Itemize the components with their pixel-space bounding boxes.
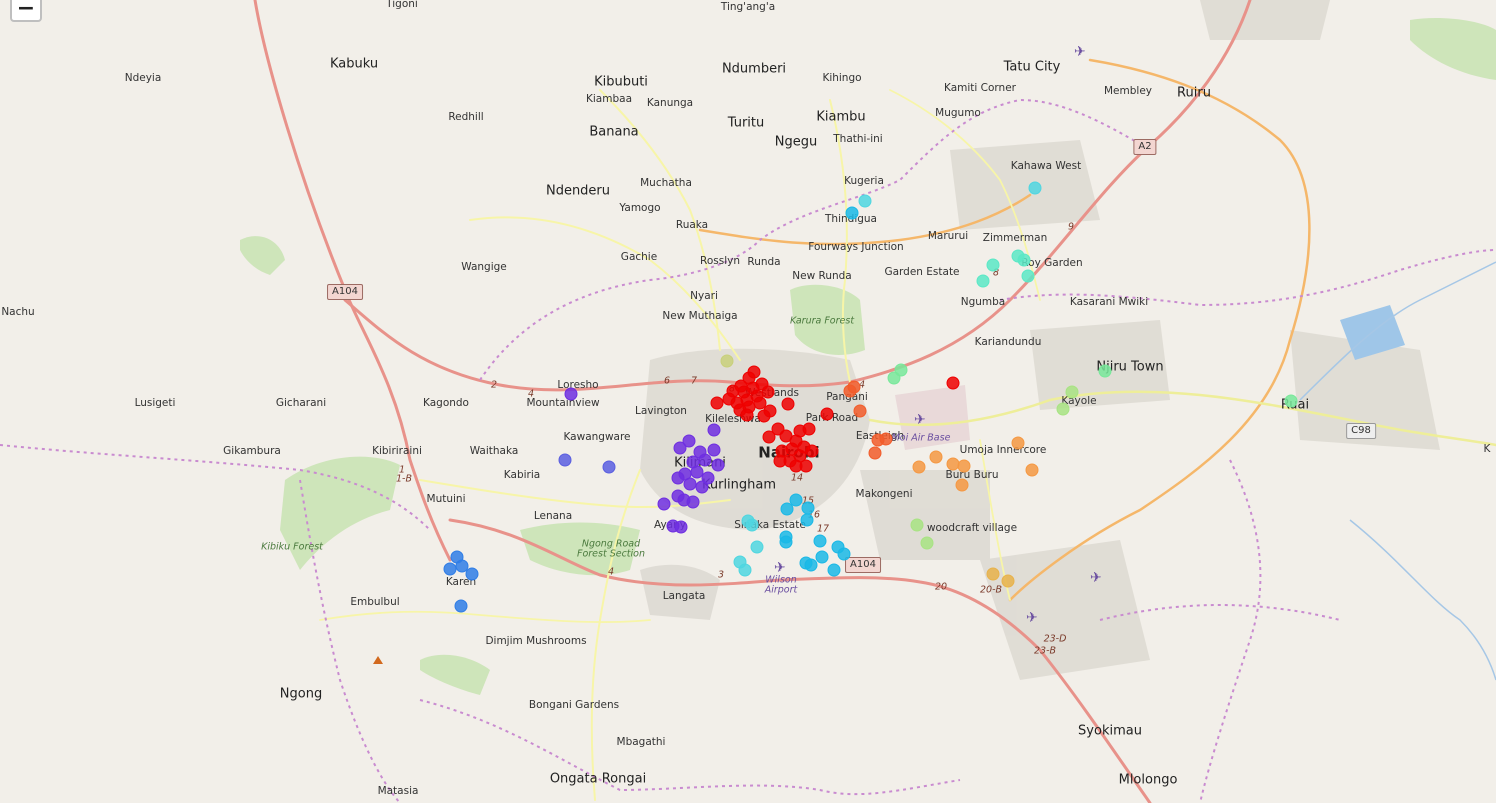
cluster-marker[interactable] (858, 194, 872, 208)
cluster-marker[interactable] (789, 493, 803, 507)
cluster-marker[interactable] (722, 392, 736, 406)
cluster-marker[interactable] (695, 480, 709, 494)
cluster-marker[interactable] (1025, 463, 1039, 477)
cluster-marker[interactable] (674, 520, 688, 534)
cluster-marker[interactable] (673, 441, 687, 455)
cluster-marker[interactable] (602, 460, 616, 474)
cluster-marker[interactable] (762, 430, 776, 444)
cluster-marker[interactable] (780, 502, 794, 516)
cluster-marker[interactable] (671, 471, 685, 485)
cluster-marker[interactable] (912, 460, 926, 474)
cluster-marker[interactable] (894, 363, 908, 377)
cluster-marker[interactable] (1056, 402, 1070, 416)
map-canvas[interactable]: ✈ ✈ ✈ ✈ ✈ Tigoni Ting'ang'a Kabuku Ndeyia Ki… (0, 0, 1496, 803)
cluster-marker[interactable] (946, 376, 960, 390)
cluster-marker[interactable] (454, 599, 468, 613)
cluster-marker[interactable] (804, 558, 818, 572)
cluster-marker[interactable] (564, 387, 578, 401)
cluster-marker[interactable] (720, 354, 734, 368)
cluster-marker[interactable] (1021, 269, 1035, 283)
cluster-marker[interactable] (853, 404, 867, 418)
cluster-marker[interactable] (815, 550, 829, 564)
cluster-marker[interactable] (1017, 253, 1031, 267)
cluster-marker[interactable] (1065, 385, 1079, 399)
cluster-marker[interactable] (686, 495, 700, 509)
cluster-marker[interactable] (976, 274, 990, 288)
cluster-marker[interactable] (955, 478, 969, 492)
cluster-marker[interactable] (910, 518, 924, 532)
cluster-marker[interactable] (789, 459, 803, 473)
cluster-marker[interactable] (443, 562, 457, 576)
cluster-marker[interactable] (879, 432, 893, 446)
cluster-marker[interactable] (801, 501, 815, 515)
cluster-marker[interactable] (929, 450, 943, 464)
cluster-marker[interactable] (1284, 394, 1298, 408)
cluster-marker[interactable] (750, 540, 764, 554)
cluster-marker[interactable] (820, 407, 834, 421)
cluster-marker[interactable] (1098, 364, 1112, 378)
cluster-marker[interactable] (711, 458, 725, 472)
cluster-marker[interactable] (455, 559, 469, 573)
cluster-marker[interactable] (800, 513, 814, 527)
cluster-marker[interactable] (740, 408, 754, 422)
cluster-marker[interactable] (690, 465, 704, 479)
zoom-out-button[interactable]: − (10, 0, 42, 22)
cluster-marker[interactable] (757, 409, 771, 423)
cluster-marker[interactable] (753, 396, 767, 410)
cluster-marker[interactable] (465, 567, 479, 581)
cluster-marker[interactable] (920, 536, 934, 550)
cluster-marker[interactable] (707, 423, 721, 437)
cluster-marker[interactable] (683, 477, 697, 491)
cluster-marker[interactable] (845, 206, 859, 220)
cluster-marker[interactable] (773, 454, 787, 468)
cluster-marker[interactable] (698, 453, 712, 467)
cluster-marker[interactable] (707, 443, 721, 457)
cluster-marker[interactable] (868, 446, 882, 460)
cluster-marker[interactable] (1011, 436, 1025, 450)
markers-layer (443, 181, 1298, 613)
cluster-marker[interactable] (745, 518, 759, 532)
cluster-marker[interactable] (986, 567, 1000, 581)
cluster-marker[interactable] (802, 422, 816, 436)
cluster-marker[interactable] (1028, 181, 1042, 195)
cluster-marker[interactable] (957, 459, 971, 473)
cluster-marker[interactable] (779, 535, 793, 549)
cluster-marker[interactable] (738, 563, 752, 577)
cluster-marker[interactable] (558, 453, 572, 467)
cluster-marker[interactable] (761, 385, 775, 399)
cluster-marker[interactable] (781, 397, 795, 411)
cluster-marker[interactable] (805, 444, 819, 458)
cluster-marker[interactable] (710, 396, 724, 410)
cluster-marker[interactable] (986, 258, 1000, 272)
cluster-marker[interactable] (837, 547, 851, 561)
cluster-marker[interactable] (1001, 574, 1015, 588)
cluster-marker[interactable] (946, 457, 960, 471)
cluster-marker[interactable] (827, 563, 841, 577)
cluster-marker[interactable] (813, 534, 827, 548)
cluster-marker[interactable] (657, 497, 671, 511)
cluster-marker[interactable] (847, 380, 861, 394)
